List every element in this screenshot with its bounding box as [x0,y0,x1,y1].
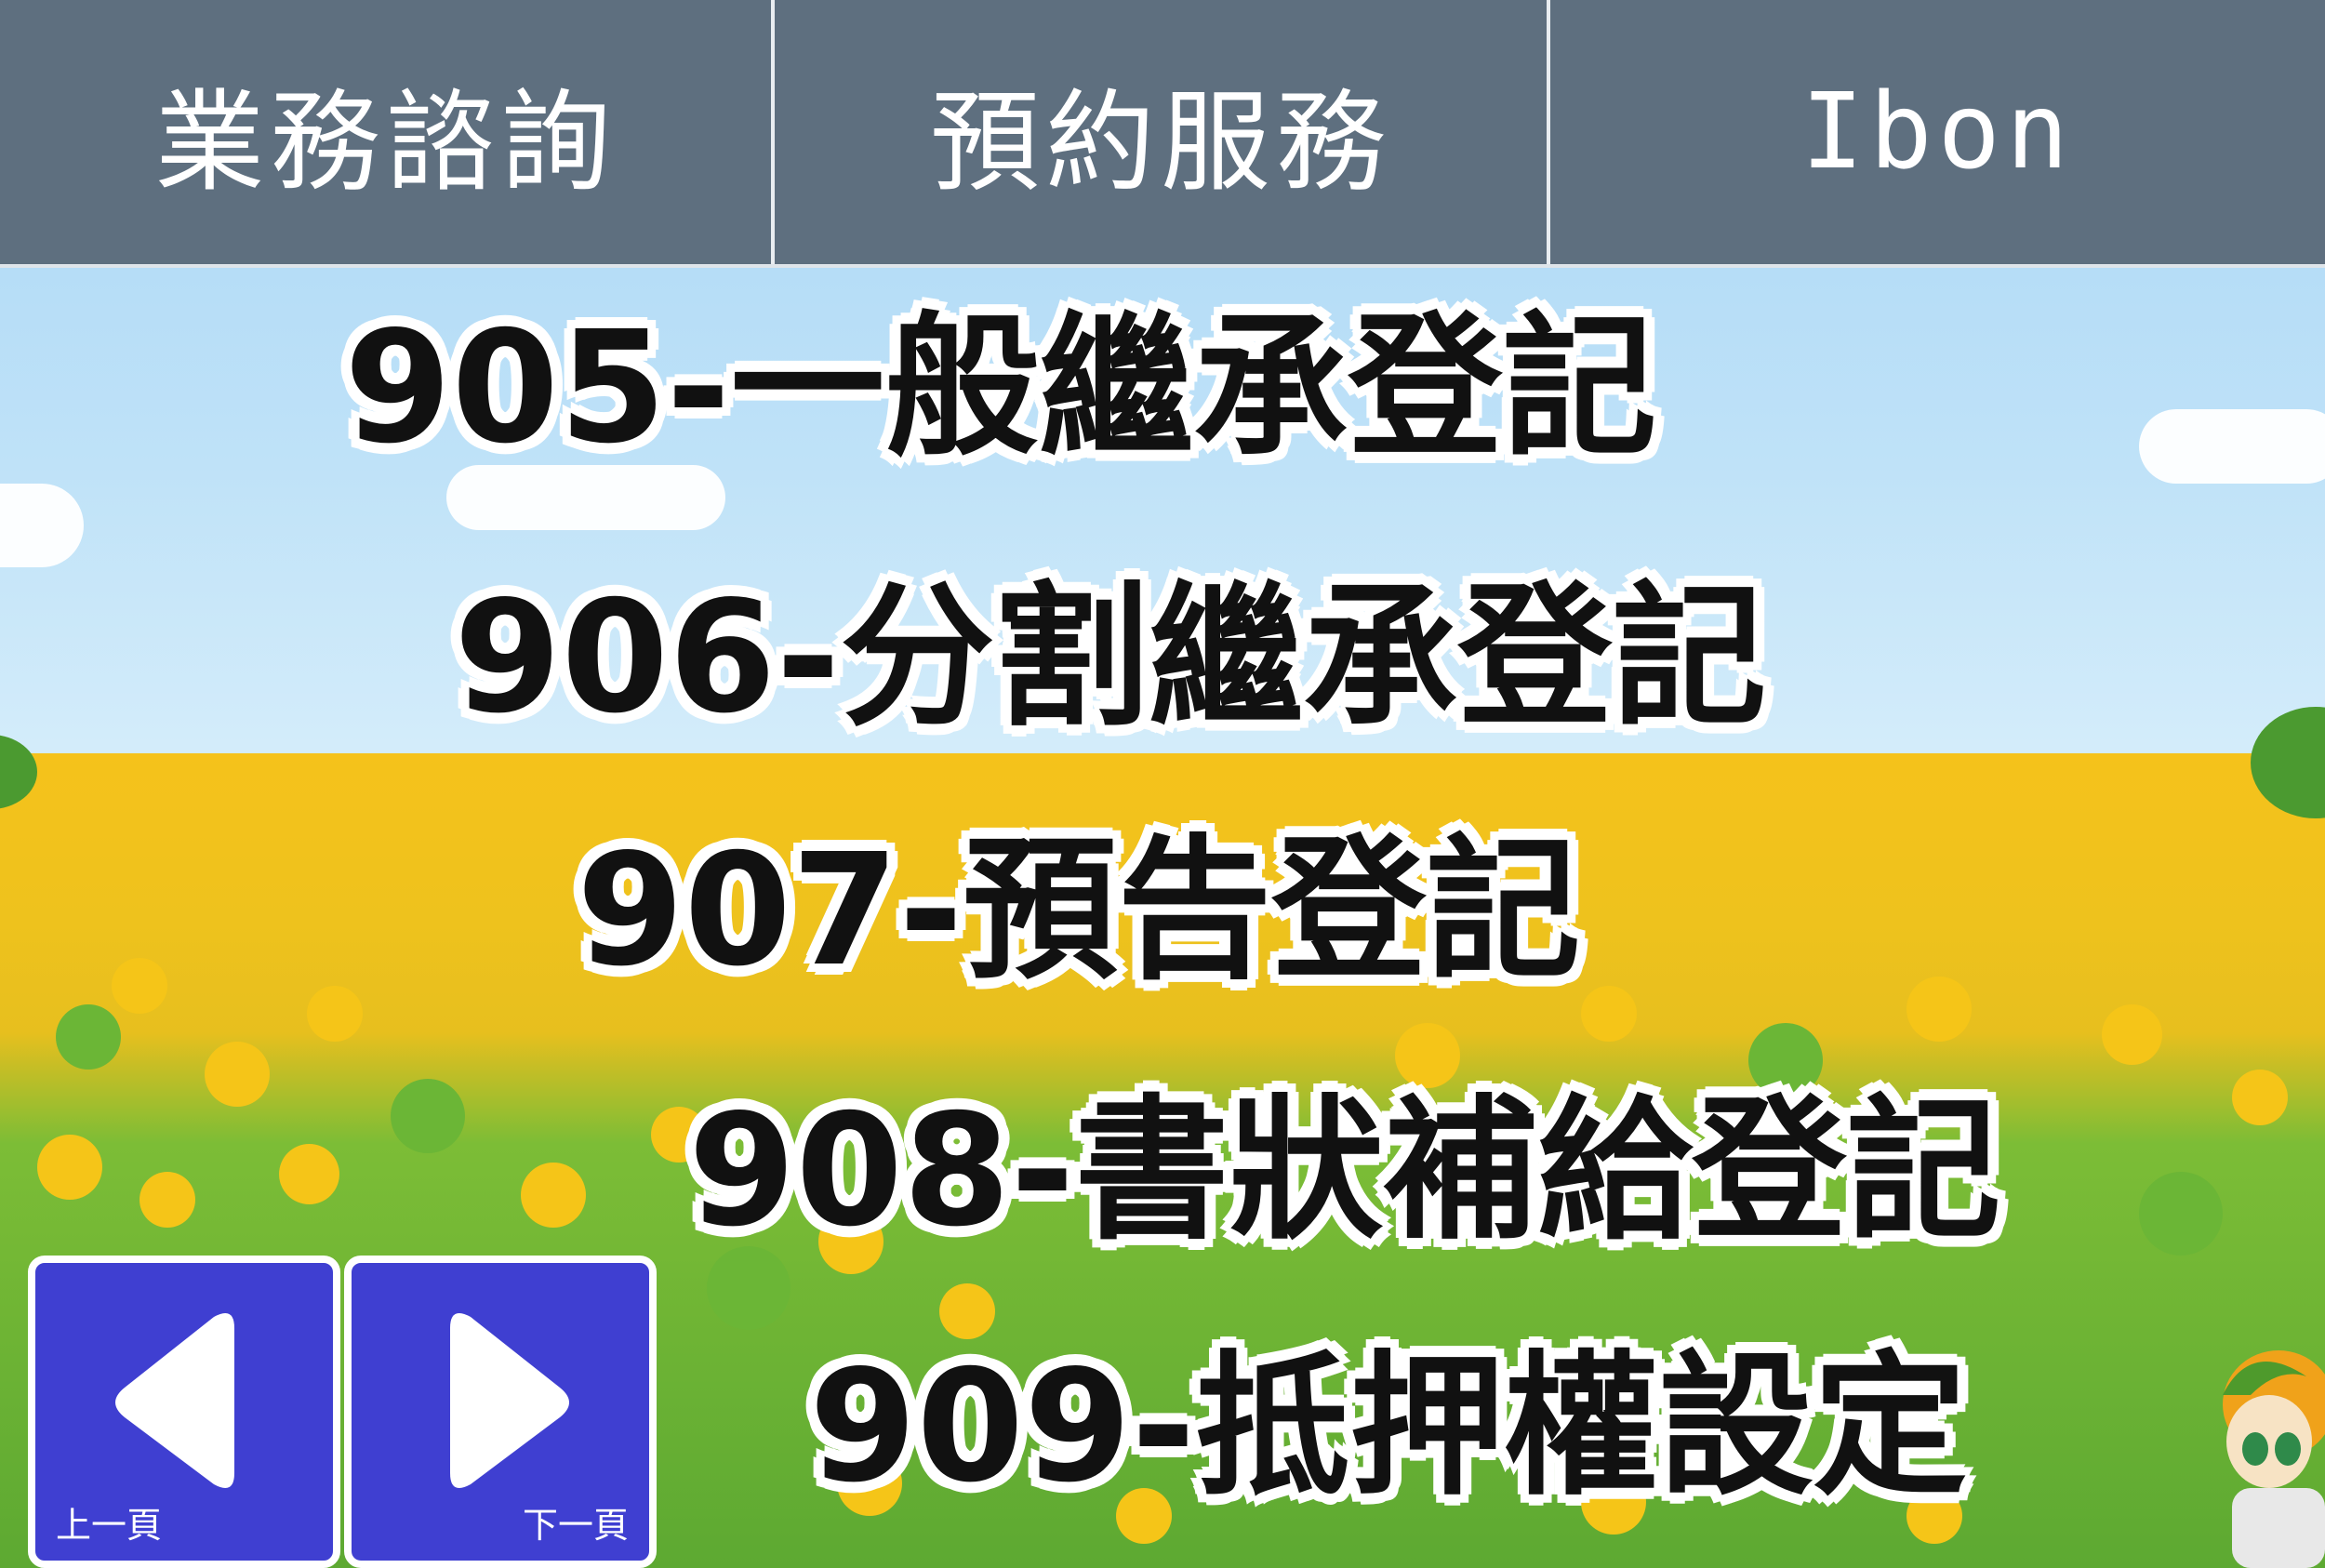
service-label: 908-書狀補給登記 [688,1082,2001,1261]
tab-label: Ibon [1800,72,2075,193]
cloud [2139,409,2325,484]
tab-label: 業務諮詢 [154,77,617,206]
service-label: 907-預告登記 [577,821,1581,1001]
service-label: 905-一般繼承登記 [344,299,1657,478]
flower-dot [1906,977,1972,1042]
flower-dot [2232,1070,2288,1125]
service-option-905[interactable]: 905-一般繼承登記 [344,296,1656,482]
cloud [0,484,84,567]
flower-dot [2102,1004,2162,1065]
service-option-907[interactable]: 907-預告登記 [577,818,1580,1004]
flower-dot [37,1135,102,1200]
service-label: 906-分割繼承登記 [454,568,1767,748]
tab-business-consultation[interactable]: 業務諮詢 [0,0,775,264]
next-page-button[interactable]: 下一頁 [344,1256,657,1568]
triangle-right-icon [450,1313,569,1488]
flower-dot [140,1172,195,1228]
top-nav-bar: 業務諮詢 預約服務 Ibon [0,0,2325,264]
flower-dot [1581,986,1637,1042]
tab-ibon[interactable]: Ibon [1550,0,2325,264]
service-option-908[interactable]: 908-書狀補給登記 [688,1079,2000,1265]
flower-dot [391,1079,465,1153]
next-page-label: 下一頁 [522,1505,629,1546]
triangle-left-icon [115,1313,234,1488]
nav-divider [0,264,2325,268]
flower-dot [307,986,363,1042]
flower-dot [2139,1172,2223,1256]
flower-dot [112,958,167,1014]
service-option-909[interactable]: 909-抵押權設定 [809,1335,1967,1521]
previous-page-label: 上一頁 [56,1505,163,1546]
flower-dot [205,1042,270,1107]
service-label: 909-抵押權設定 [809,1337,1968,1517]
flower-dot [56,1004,121,1070]
app-screen: 業務諮詢 預約服務 Ibon 905-一般繼承登記 906-分割繼承登記 907… [0,0,2325,1568]
previous-page-button[interactable]: 上一頁 [28,1256,340,1568]
flower-dot [939,1283,995,1339]
flower-dot [279,1144,339,1204]
flower-dot [521,1163,586,1228]
tab-label: 預約服務 [929,77,1391,206]
tab-reservation-service[interactable]: 預約服務 [775,0,1550,264]
mascot-character [2223,1350,2325,1568]
service-option-906[interactable]: 906-分割繼承登記 [454,565,1766,751]
